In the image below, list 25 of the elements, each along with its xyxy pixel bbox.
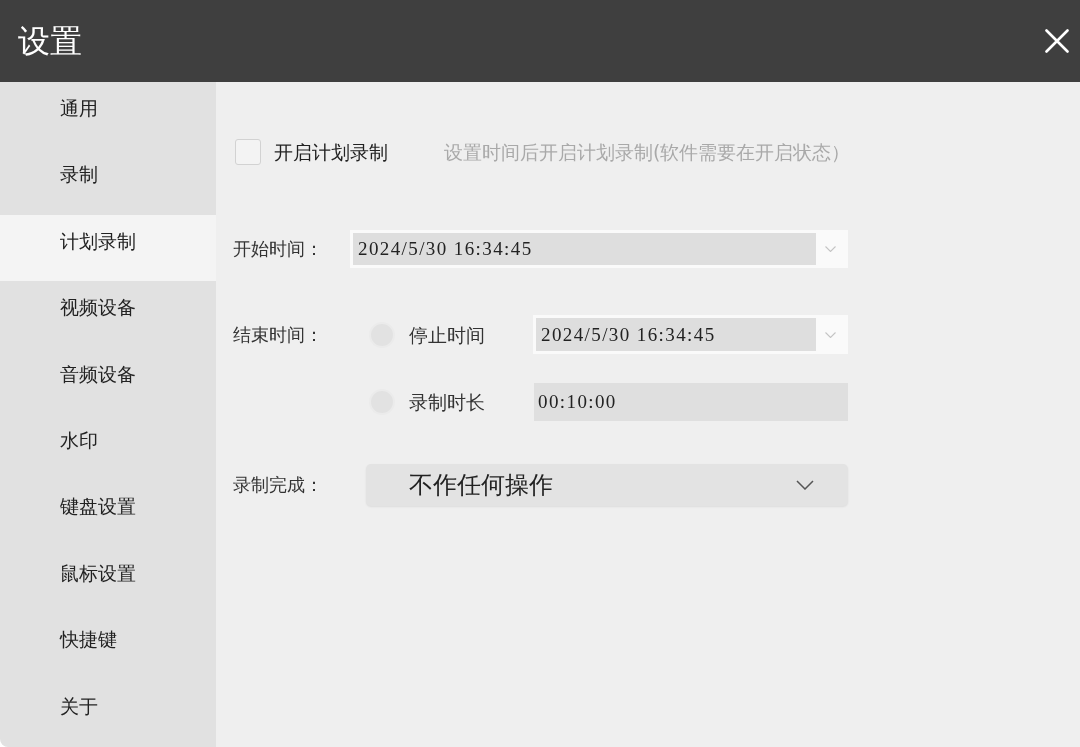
sidebar-item[interactable]: 通用: [0, 82, 216, 149]
radio-label[interactable]: 录制时长: [409, 390, 533, 414]
sidebar-item[interactable]: 快捷键: [0, 613, 216, 680]
window-title: 设置: [18, 22, 82, 61]
sidebar-item[interactable]: 视频设备: [0, 281, 216, 348]
chevron-down-icon[interactable]: [796, 480, 814, 490]
checkbox-label[interactable]: 开启计划录制: [274, 139, 388, 165]
sidebar-item[interactable]: 关于: [0, 679, 216, 746]
sidebar-item[interactable]: 录制: [0, 148, 216, 215]
date-time-field[interactable]: 2024/5/30 16:34:45: [350, 230, 848, 268]
action-dropdown[interactable]: 不作任何操作: [366, 464, 848, 506]
hint-text: 设置时间后开启计划录制(软件需要在开启状态）: [444, 140, 851, 165]
sidebar-item[interactable]: 键盘设置: [0, 480, 216, 547]
radio-label[interactable]: 停止时间: [409, 322, 533, 347]
sidebar-item[interactable]: 水印: [0, 413, 216, 481]
close-icon[interactable]: [1045, 29, 1069, 53]
field-label: 录制完成：: [233, 473, 324, 497]
sidebar-item[interactable]: 鼠标设置: [0, 546, 216, 614]
field-label: 结束时间：: [233, 323, 324, 347]
sidebar-item[interactable]: 音频设备: [0, 347, 216, 414]
date-time-field[interactable]: 2024/5/30 16:34:45: [533, 315, 848, 354]
checkbox[interactable]: [235, 139, 261, 165]
field-label: 开始时间：: [233, 237, 324, 261]
sidebar-item[interactable]: 计划录制: [0, 214, 216, 282]
duration-field[interactable]: 00:10:00: [534, 383, 848, 421]
